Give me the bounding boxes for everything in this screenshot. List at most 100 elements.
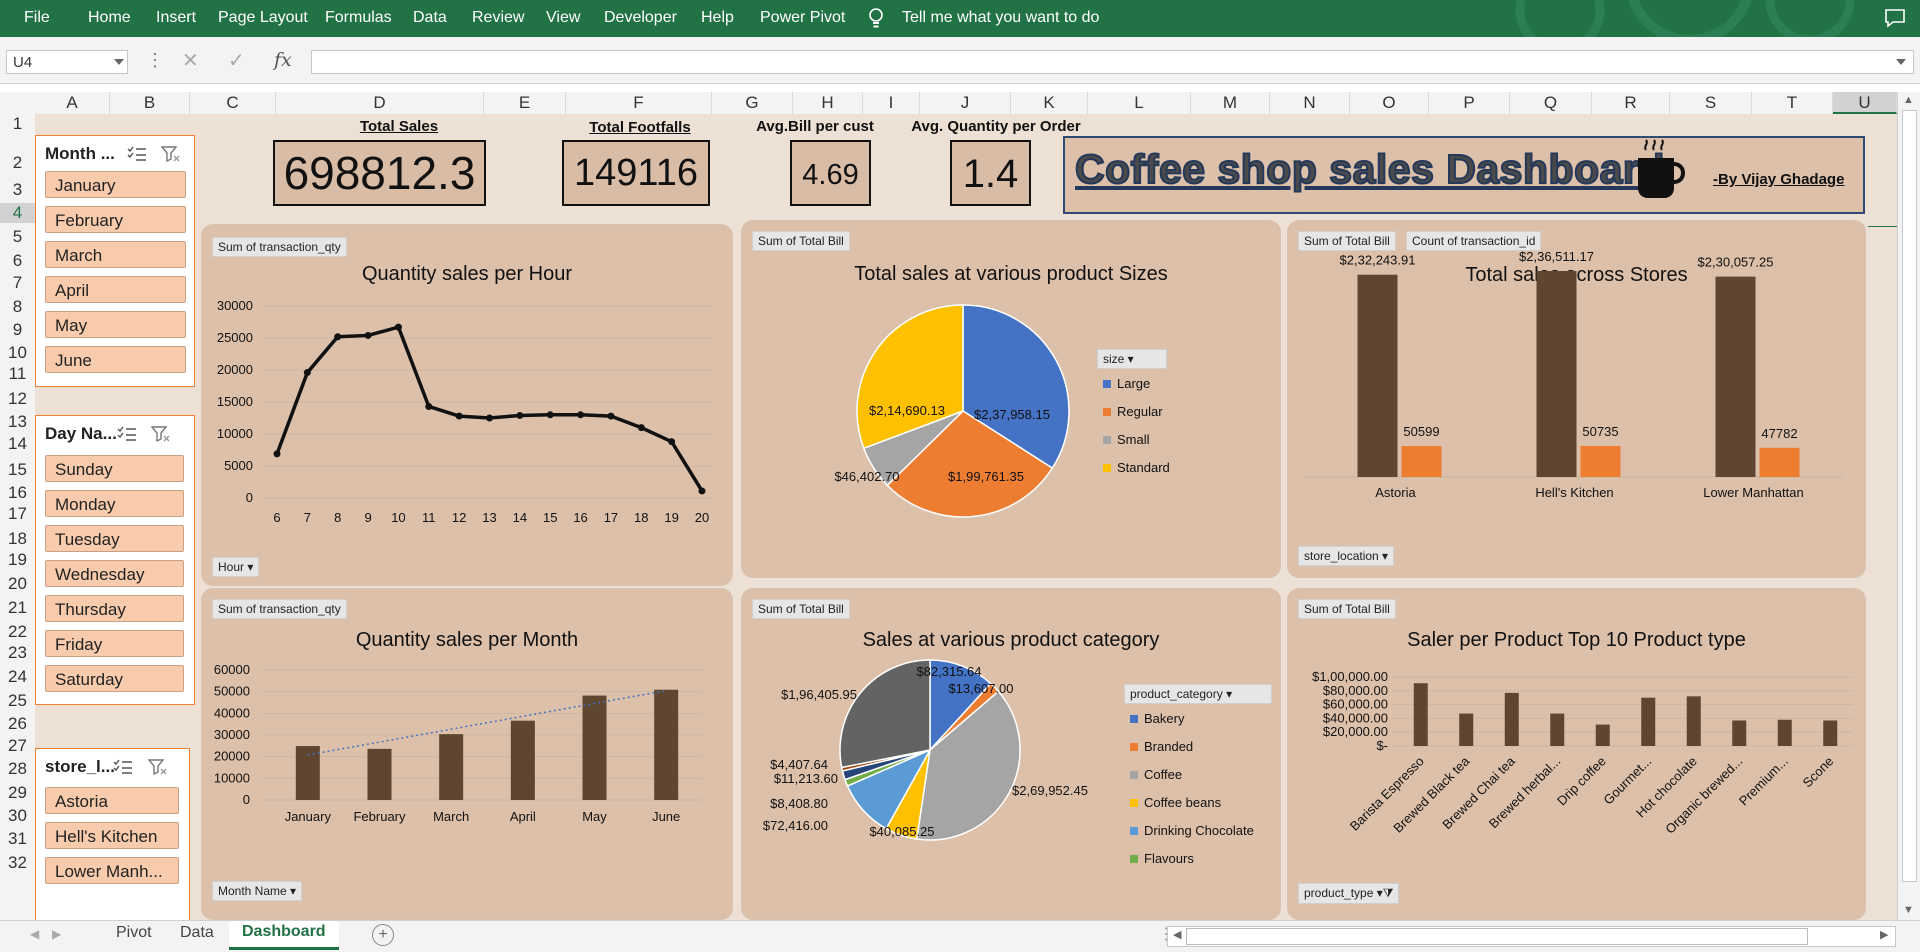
sheet-tab-dashboard-active[interactable]: Dashboard [229,921,339,950]
scroll-left-icon[interactable]: ◀ [1173,928,1181,941]
field-button-product-category[interactable]: product_category ▾ [1124,684,1272,704]
column-header[interactable]: F [566,92,712,114]
tab-power-pivot[interactable]: Power Pivot [760,9,845,27]
function-icon[interactable]: fx [274,49,292,71]
row-header[interactable]: 2 [0,153,35,173]
row-header[interactable]: 31 [0,829,35,849]
slicer-store-item[interactable]: Lower Manh... [45,857,179,884]
chart-sales-by-product-type[interactable]: Sum of Total Bill Saler per Product Top … [1287,588,1866,920]
row-header[interactable]: 9 [0,320,35,340]
row-header[interactable]: 10 [0,343,35,363]
enter-icon[interactable]: ✓ [228,48,245,73]
formula-input[interactable] [311,50,1914,74]
row-header[interactable]: 22 [0,622,35,642]
row-header[interactable]: 24 [0,667,35,687]
column-header[interactable]: P [1429,92,1510,114]
cancel-icon[interactable]: ✕ [182,48,199,73]
row-header[interactable]: 14 [0,434,35,454]
row-header[interactable]: 17 [0,504,35,524]
comment-icon[interactable] [1884,8,1906,28]
slicer-day-item[interactable]: Saturday [45,665,184,692]
slicer-month-item[interactable]: April [45,276,186,303]
column-header[interactable]: J [920,92,1011,114]
slicer-day-item[interactable]: Monday [45,490,184,517]
slicer-month-item[interactable]: February [45,206,186,233]
scrollbar-thumb[interactable] [1902,110,1917,882]
multi-select-icon[interactable] [113,759,133,775]
column-header[interactable]: B [110,92,190,114]
add-sheet-button[interactable]: + [372,924,394,946]
slicer-day-item[interactable]: Sunday [45,455,184,482]
chart-sales-by-size[interactable]: Sum of Total Bill Total sales at various… [741,220,1281,578]
row-header[interactable]: 6 [0,251,35,271]
tab-review[interactable]: Review [472,9,524,27]
row-header[interactable]: 27 [0,736,35,756]
field-button-month-name[interactable]: Month Name ▾ [212,881,303,901]
row-header[interactable]: 5 [0,227,35,247]
slicer-month-item[interactable]: January [45,171,186,198]
column-header[interactable]: M [1191,92,1270,114]
scroll-up-icon[interactable]: ▲ [1903,94,1914,106]
scrollbar-thumb[interactable] [1186,928,1808,945]
field-button-hour[interactable]: Hour ▾ [212,557,260,577]
tab-developer[interactable]: Developer [604,9,677,27]
column-header[interactable]: T [1752,92,1833,114]
expand-formula-icon[interactable] [1896,59,1906,65]
row-header[interactable]: 4 [0,203,35,223]
row-header[interactable]: 18 [0,529,35,549]
sheet-tab-pivot[interactable]: Pivot [116,924,152,942]
chevron-down-icon[interactable] [114,59,124,65]
row-header[interactable]: 11 [0,364,35,384]
row-header[interactable]: 25 [0,691,35,711]
slicer-month-item[interactable]: June [45,346,186,373]
slicer-day-item[interactable]: Friday [45,630,184,657]
field-button-product-type[interactable]: product_type ▾⧩ [1298,883,1400,904]
tab-view[interactable]: View [546,9,580,27]
next-sheet-icon[interactable]: ▶ [52,927,61,941]
horizontal-scrollbar[interactable]: ◀ ▶ [1167,926,1896,947]
column-header[interactable]: G [712,92,793,114]
row-header[interactable]: 20 [0,574,35,594]
column-header[interactable]: S [1670,92,1752,114]
tab-help[interactable]: Help [701,9,734,27]
column-header[interactable]: D [276,92,484,114]
multi-select-icon[interactable] [127,146,147,162]
row-header[interactable]: 19 [0,550,35,570]
row-header[interactable]: 15 [0,460,35,480]
row-header[interactable]: 12 [0,389,35,409]
row-header[interactable]: 8 [0,297,35,317]
chart-sales-by-store[interactable]: Sum of Total Bill Count of transaction_i… [1287,220,1866,578]
clear-filter-icon[interactable] [161,146,181,164]
column-header[interactable]: Q [1510,92,1592,114]
chart-quantity-per-month[interactable]: Sum of transaction_qty Quantity sales pe… [201,588,733,920]
multi-select-icon[interactable] [117,426,137,442]
column-header[interactable]: L [1088,92,1191,114]
column-header[interactable]: O [1350,92,1429,114]
column-header[interactable]: N [1270,92,1350,114]
column-header[interactable]: C [190,92,276,114]
slicer-store-item[interactable]: Astoria [45,787,179,814]
chart-sales-by-category[interactable]: Sum of Total Bill Sales at various produ… [741,588,1281,920]
scroll-right-icon[interactable]: ▶ [1880,928,1888,941]
row-header[interactable]: 30 [0,806,35,826]
row-header[interactable]: 1 [0,114,35,134]
slicer-month-item[interactable]: March [45,241,186,268]
slicer-month-item[interactable]: May [45,311,186,338]
tab-data[interactable]: Data [413,9,447,27]
row-header[interactable]: 3 [0,180,35,200]
prev-sheet-icon[interactable]: ◀ [30,927,39,941]
tab-home[interactable]: Home [88,9,131,27]
name-box[interactable]: U4 [6,50,128,74]
column-header[interactable]: R [1592,92,1670,114]
row-header[interactable]: 23 [0,643,35,663]
tab-page-layout[interactable]: Page Layout [218,9,308,27]
row-header[interactable]: 16 [0,483,35,503]
column-header[interactable]: H [793,92,863,114]
field-button-store-location[interactable]: store_location ▾ [1298,546,1395,566]
row-header[interactable]: 32 [0,853,35,873]
field-button-size[interactable]: size ▾ [1097,349,1167,369]
tab-insert[interactable]: Insert [156,9,196,27]
slicer-day-item[interactable]: Tuesday [45,525,184,552]
vertical-scrollbar[interactable]: ▲ ▼ [1897,92,1920,920]
column-header[interactable]: A [35,92,110,114]
